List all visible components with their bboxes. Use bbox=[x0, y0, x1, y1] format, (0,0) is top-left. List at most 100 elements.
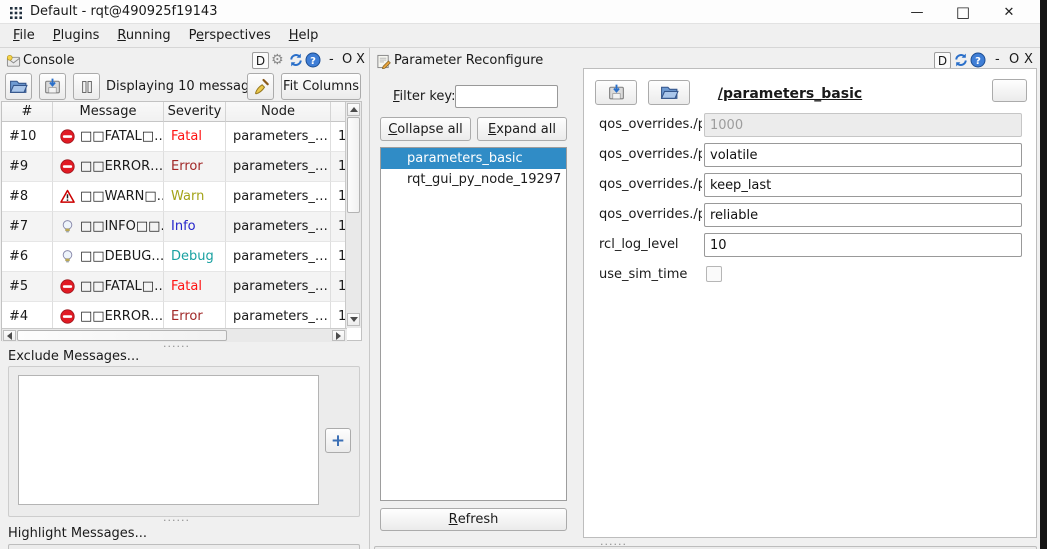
column-header-Severity[interactable]: Severity bbox=[164, 102, 226, 122]
param-dock-d-button[interactable]: D bbox=[934, 52, 951, 69]
rqt-window: Default - rqt@490925f19143 — □ ✕ FilePlu… bbox=[0, 0, 1040, 549]
console-dock-d-button[interactable]: D bbox=[252, 52, 269, 69]
cell-msg: □□FATAL□… bbox=[53, 272, 164, 302]
param-dock-close[interactable]: X bbox=[1024, 52, 1033, 67]
node-item-rqt_gui_py_node_19297[interactable]: rqt_gui_py_node_19297 bbox=[381, 169, 566, 190]
window-maximize-button[interactable]: □ bbox=[940, 3, 986, 21]
svg-text:?: ? bbox=[310, 56, 316, 67]
param-dock-maximize[interactable]: O bbox=[1009, 52, 1019, 67]
vertical-scrollbar[interactable] bbox=[345, 102, 361, 328]
menu-file[interactable]: File bbox=[4, 25, 44, 46]
cell-node: parameters_… bbox=[226, 122, 331, 152]
console-settings-gear-icon[interactable]: ⚙ bbox=[271, 52, 287, 68]
cell-num: #4 bbox=[2, 302, 53, 328]
console-row-6[interactable]: #6□□DEBUG…Debugparameters_…18 bbox=[2, 242, 347, 272]
bulb-icon bbox=[60, 219, 75, 234]
menu-plugins[interactable]: Plugins bbox=[44, 25, 109, 46]
console-row-7[interactable]: #7□□INFO□□…Infoparameters_…18 bbox=[2, 212, 347, 242]
scroll-left-button[interactable] bbox=[3, 330, 16, 341]
console-plugin-icon bbox=[6, 54, 21, 69]
console-row-8[interactable]: #8□□WARN□…Warnparameters_…18 bbox=[2, 182, 347, 212]
cell-msg: □□DEBUG… bbox=[53, 242, 164, 272]
cell-sev: Warn bbox=[164, 182, 226, 212]
exclude-filter-list[interactable] bbox=[18, 375, 319, 505]
close-node-button[interactable] bbox=[992, 79, 1027, 102]
param-input-1[interactable] bbox=[704, 143, 1022, 167]
console-row-5[interactable]: #5□□FATAL□…Fatalparameters_…18 bbox=[2, 272, 347, 302]
cell-node: parameters_… bbox=[226, 182, 331, 212]
param-row: rcl_log_level bbox=[584, 233, 1036, 257]
dock-divider[interactable] bbox=[369, 48, 370, 549]
pause-button[interactable] bbox=[73, 73, 100, 100]
add-filter-button[interactable]: + bbox=[325, 428, 351, 453]
param-input-4[interactable] bbox=[704, 233, 1022, 257]
cell-msg: □□INFO□□… bbox=[53, 212, 164, 242]
param-label: qos_overrides./pa bbox=[599, 117, 702, 132]
param-help-icon[interactable]: ? bbox=[970, 52, 986, 68]
table-header-row: #MessageSeverityNode bbox=[2, 102, 361, 122]
console-dock-maximize[interactable]: O bbox=[342, 52, 352, 67]
cell-sev: Fatal bbox=[164, 122, 226, 152]
console-dock-close[interactable]: X bbox=[356, 52, 365, 67]
expand-all-button[interactable]: Expand all bbox=[477, 117, 567, 141]
param-label: qos_overrides./pa bbox=[599, 177, 702, 192]
column-header-#[interactable]: # bbox=[2, 102, 53, 122]
scroll-down-button[interactable] bbox=[347, 313, 360, 326]
refresh-button[interactable]: Refresh bbox=[380, 508, 567, 531]
warning-icon bbox=[60, 189, 75, 204]
cell-node: parameters_… bbox=[226, 212, 331, 242]
window-titlebar: Default - rqt@490925f19143 — □ ✕ bbox=[0, 0, 1040, 24]
cell-sev: Debug bbox=[164, 242, 226, 272]
param-input-0[interactable] bbox=[704, 113, 1022, 137]
splitter-handle[interactable]: ······ bbox=[163, 514, 190, 527]
console-row-9[interactable]: #9□□ERROR…Errorparameters_…18 bbox=[2, 152, 347, 182]
window-minimize-button[interactable]: — bbox=[894, 5, 940, 20]
node-detail-title: /parameters_basic bbox=[584, 86, 996, 102]
console-help-icon[interactable]: ? bbox=[305, 52, 321, 68]
scroll-right-button[interactable] bbox=[332, 330, 345, 341]
cell-node: parameters_… bbox=[226, 242, 331, 272]
cell-num: #9 bbox=[2, 152, 53, 182]
load-messages-button[interactable] bbox=[5, 73, 32, 100]
horizontal-scroll-thumb[interactable] bbox=[17, 330, 227, 341]
save-messages-button[interactable] bbox=[39, 73, 66, 100]
cell-node: parameters_… bbox=[226, 152, 331, 182]
column-header-Node[interactable]: Node bbox=[226, 102, 331, 122]
highlight-exclude-broom-button[interactable] bbox=[247, 73, 274, 100]
param-reload-icon[interactable] bbox=[953, 52, 969, 68]
no-entry-icon bbox=[60, 309, 75, 324]
menu-running[interactable]: Running bbox=[108, 25, 179, 46]
console-message-table: #MessageSeverityNode #10□□FATAL□…Fatalpa… bbox=[1, 101, 362, 341]
highlight-messages-label: Highlight Messages... bbox=[8, 526, 147, 541]
cell-sev: Error bbox=[164, 152, 226, 182]
cell-num: #6 bbox=[2, 242, 53, 272]
fit-columns-button[interactable]: Fit Columns bbox=[281, 73, 361, 100]
parameter-detail-panel: /parameters_basic qos_overrides./pa qos_o… bbox=[583, 68, 1037, 538]
splitter-handle[interactable]: ······ bbox=[163, 340, 190, 353]
window-close-button[interactable]: ✕ bbox=[986, 5, 1032, 20]
vertical-scroll-thumb[interactable] bbox=[347, 117, 360, 213]
console-row-10[interactable]: #10□□FATAL□…Fatalparameters_…18 bbox=[2, 122, 347, 152]
param-input-2[interactable] bbox=[704, 173, 1022, 197]
param-input-3[interactable] bbox=[704, 203, 1022, 227]
param-checkbox-use_sim_time[interactable] bbox=[706, 266, 722, 282]
node-item-parameters_basic[interactable]: parameters_basic bbox=[381, 148, 566, 169]
menu-help[interactable]: Help bbox=[280, 25, 328, 46]
column-header-Message[interactable]: Message bbox=[53, 102, 164, 122]
cell-num: #7 bbox=[2, 212, 53, 242]
cell-sev: Fatal bbox=[164, 272, 226, 302]
filter-key-input[interactable] bbox=[455, 85, 558, 108]
collapse-all-button[interactable]: Collapse all bbox=[380, 117, 471, 141]
console-dock-minimize[interactable]: - bbox=[329, 52, 334, 67]
cell-node: parameters_… bbox=[226, 272, 331, 302]
message-text: □□FATAL□… bbox=[80, 129, 164, 144]
param-label: rcl_log_level bbox=[599, 237, 702, 252]
console-row-4[interactable]: #4□□ERROR…Errorparameters_…18 bbox=[2, 302, 347, 328]
param-label: qos_overrides./pa bbox=[599, 207, 702, 222]
param-dock-minimize[interactable]: - bbox=[995, 52, 1000, 67]
console-reload-icon[interactable] bbox=[288, 52, 304, 68]
menu-perspectives[interactable]: Perspectives bbox=[180, 25, 280, 46]
scroll-up-button[interactable] bbox=[347, 103, 360, 116]
no-entry-icon bbox=[60, 279, 75, 294]
cell-msg: □□FATAL□… bbox=[53, 122, 164, 152]
